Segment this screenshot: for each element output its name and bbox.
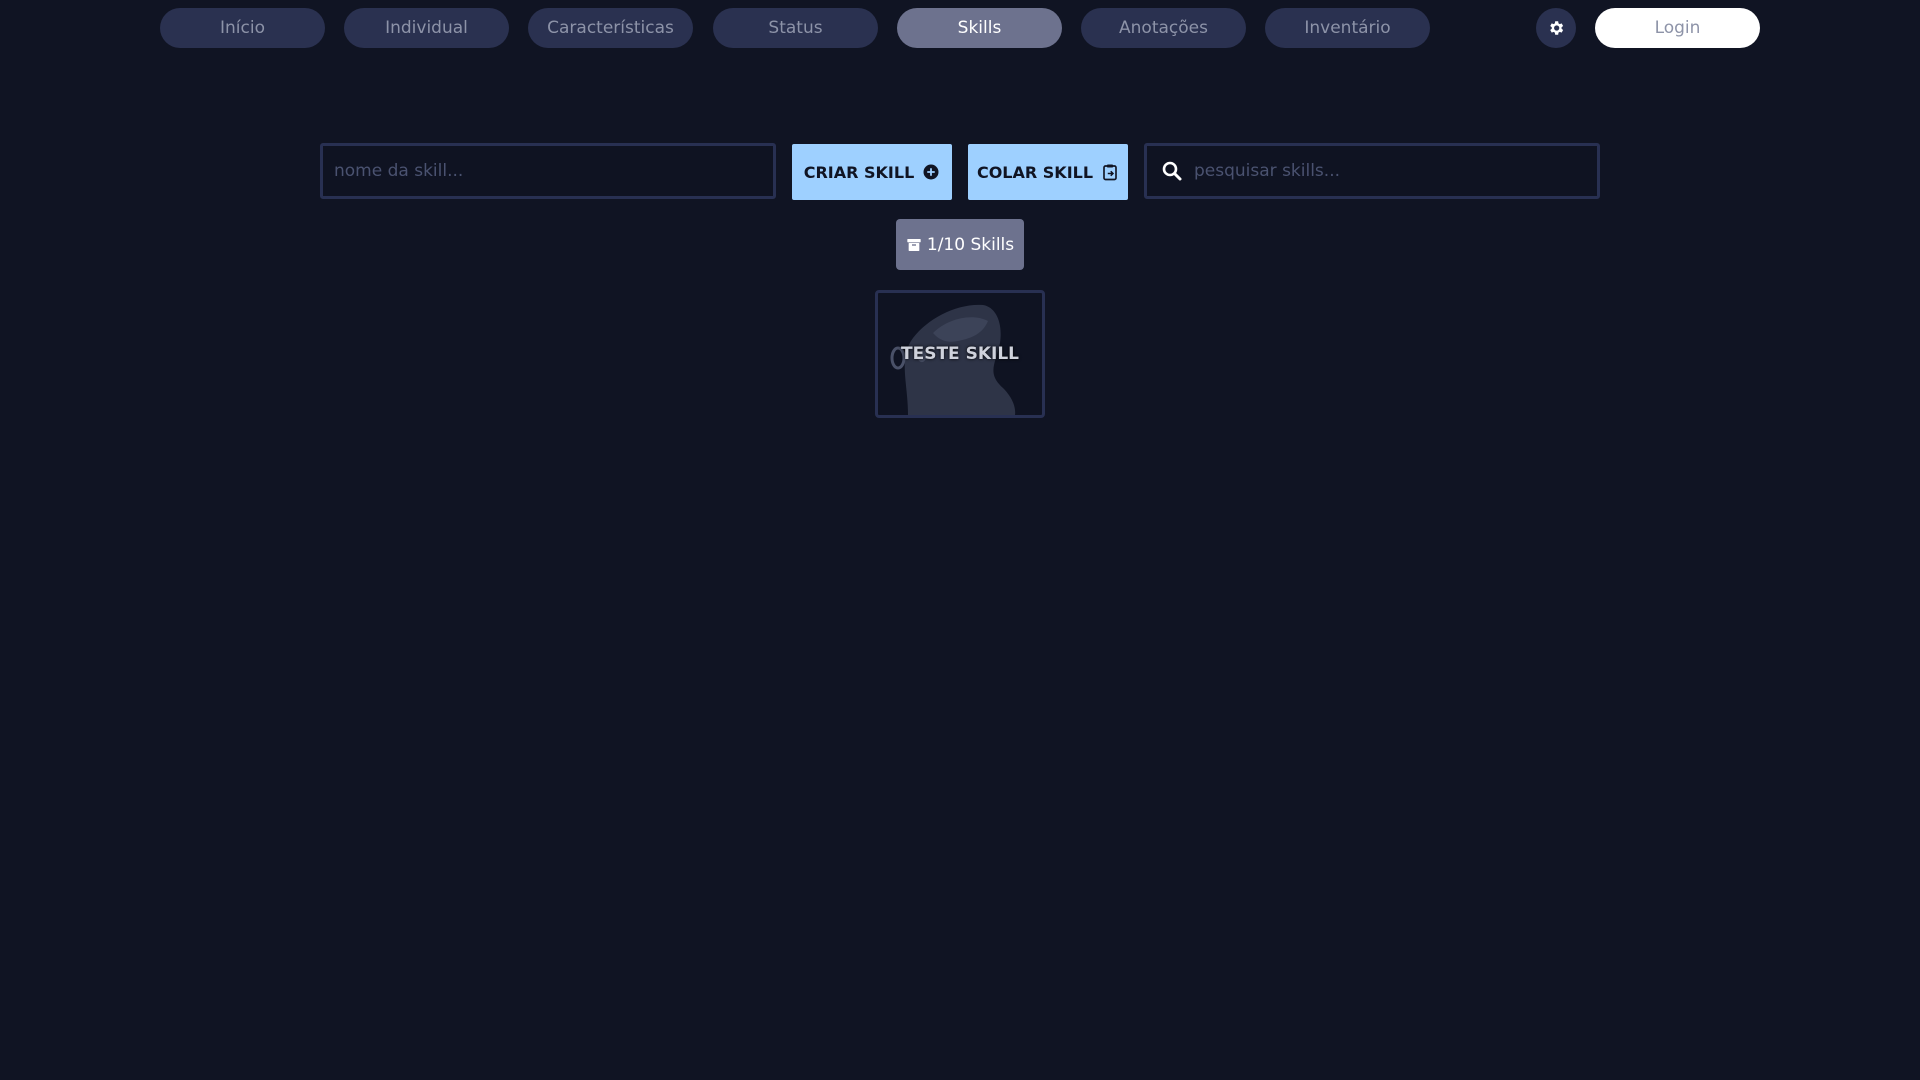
skill-count-label: 1/10 Skills (926, 234, 1015, 255)
paste-skill-button[interactable]: COLAR SKILL (968, 144, 1128, 200)
tab-caracteristicas[interactable]: Características (528, 8, 693, 48)
skill-name-input[interactable] (334, 146, 773, 196)
gear-icon (1550, 21, 1564, 35)
create-skill-label: CRIAR SKILL (803, 162, 915, 182)
top-nav: Início Individual Características Status… (0, 0, 1920, 60)
login-button[interactable]: Login (1595, 8, 1760, 48)
search-field (1144, 143, 1600, 199)
tab-status[interactable]: Status (713, 8, 878, 48)
plus-circle-icon (923, 164, 939, 180)
create-skill-button[interactable]: CRIAR SKILL (792, 144, 952, 200)
paste-skill-label: COLAR SKILL (976, 162, 1094, 182)
tab-inicio[interactable]: Início (160, 8, 325, 48)
tab-skills[interactable]: Skills (897, 8, 1062, 48)
skill-count-badge: 1/10 Skills (896, 219, 1024, 270)
tab-anotacoes[interactable]: Anotações (1081, 8, 1246, 48)
skill-card[interactable]: TESTE SKILL (875, 290, 1045, 418)
skill-name-field (320, 143, 776, 199)
tab-individual[interactable]: Individual (344, 8, 509, 48)
search-icon (1162, 161, 1182, 181)
tab-inventario[interactable]: Inventário (1265, 8, 1430, 48)
search-input[interactable] (1194, 146, 1597, 196)
clipboard-icon (1103, 164, 1117, 181)
archive-icon (907, 238, 921, 251)
settings-button[interactable] (1536, 8, 1576, 48)
skill-card-title: TESTE SKILL (901, 344, 1019, 364)
